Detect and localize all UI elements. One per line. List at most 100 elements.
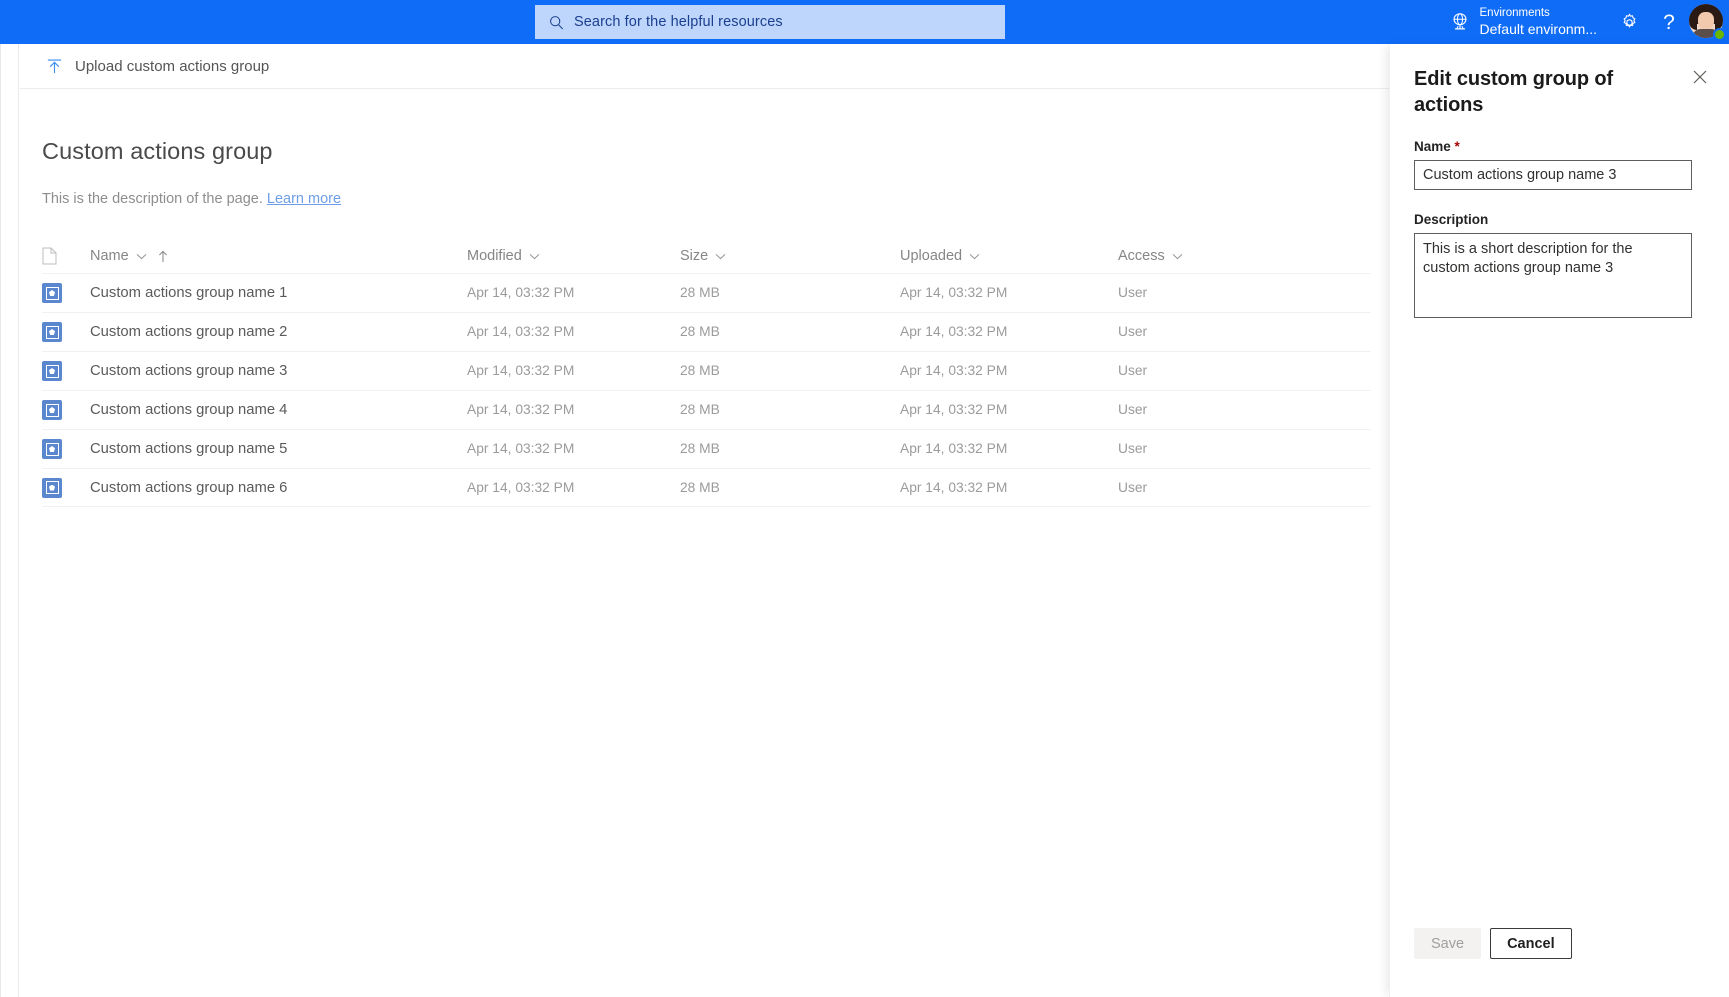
panel-footer-actions: Save Cancel: [1414, 928, 1572, 959]
cell-size-text: 28 MB: [680, 285, 720, 300]
search-icon: [550, 15, 564, 29]
cell-size: 28 MB: [680, 362, 900, 380]
user-account-button[interactable]: [1689, 4, 1726, 41]
cell-size-text: 28 MB: [680, 363, 720, 378]
column-header-name[interactable]: Name: [90, 248, 467, 264]
required-marker: *: [1454, 138, 1460, 154]
page-description: This is the description of the page. Lea…: [42, 191, 1391, 207]
table-row[interactable]: Custom actions group name 2 Apr 14, 03:32…: [42, 312, 1371, 351]
cell-size: 28 MB: [680, 479, 900, 497]
name-input[interactable]: [1414, 159, 1692, 190]
description-field-group: Description: [1414, 212, 1705, 323]
upload-custom-actions-group-button[interactable]: Upload custom actions group: [38, 49, 279, 83]
cell-size: 28 MB: [680, 401, 900, 419]
panel-header: Edit custom group of actions: [1390, 44, 1729, 119]
close-icon: [1693, 70, 1707, 84]
cancel-button[interactable]: Cancel: [1490, 928, 1572, 959]
column-header-access-label: Access: [1118, 248, 1165, 264]
panel-close-button[interactable]: [1685, 62, 1715, 92]
cell-modified-text: Apr 14, 03:32 PM: [467, 479, 575, 495]
row-icon-cell: [42, 361, 90, 381]
cell-access-text: User: [1118, 441, 1148, 456]
cell-modified-text: Apr 14, 03:32 PM: [467, 285, 575, 300]
cell-size: 28 MB: [680, 323, 900, 341]
cell-name-text: Custom actions group name 2: [90, 324, 288, 340]
top-app-bar: Search for the helpful resources Environ…: [0, 0, 1729, 44]
cell-access: User: [1118, 323, 1318, 341]
name-field-group: Name *: [1414, 139, 1705, 190]
table-row[interactable]: Custom actions group name 5 Apr 14, 03:32…: [42, 429, 1371, 468]
cell-name-text: Custom actions group name 5: [90, 441, 288, 457]
table-row[interactable]: Custom actions group name 3 Apr 14, 03:32…: [42, 351, 1371, 390]
column-header-modified[interactable]: Modified: [467, 248, 680, 264]
cell-access: User: [1118, 401, 1318, 419]
custom-action-group-icon: [42, 283, 62, 303]
cell-uploaded-text: Apr 14, 03:32 PM: [900, 285, 1008, 300]
table-row[interactable]: Custom actions group name 4 Apr 14, 03:32…: [42, 390, 1371, 429]
globe-environment-icon: [1452, 13, 1467, 30]
description-field-label: Description: [1414, 211, 1489, 227]
cell-uploaded: Apr 14, 03:32 PM: [900, 362, 1118, 380]
row-icon-cell: [42, 400, 90, 420]
column-header-access[interactable]: Access: [1118, 248, 1318, 264]
cell-uploaded: Apr 14, 03:32 PM: [900, 401, 1118, 419]
cell-access: User: [1118, 362, 1318, 380]
presence-badge: [1713, 28, 1726, 41]
custom-action-group-icon: [42, 477, 62, 498]
cell-size-text: 28 MB: [680, 479, 720, 495]
page-description-text: This is the description of the page.: [42, 191, 263, 207]
table-row[interactable]: Custom actions group name 6 Apr 14, 03:32…: [42, 468, 1371, 507]
column-header-uploaded[interactable]: Uploaded: [900, 248, 1118, 264]
column-header-size[interactable]: Size: [680, 248, 900, 264]
help-button[interactable]: ?: [1653, 6, 1685, 38]
cell-name: Custom actions group name 3: [90, 362, 467, 380]
page-title: Custom actions group: [42, 138, 273, 164]
environment-value: Default environm...: [1479, 20, 1598, 37]
left-rail: [1, 44, 19, 997]
cell-access: User: [1118, 284, 1318, 302]
cell-name: Custom actions group name 2: [90, 323, 467, 341]
cell-uploaded: Apr 14, 03:32 PM: [900, 284, 1118, 302]
cell-modified-text: Apr 14, 03:32 PM: [467, 324, 575, 339]
column-header-icon: [42, 247, 90, 265]
upload-icon: [47, 59, 62, 73]
custom-action-group-icon: [42, 400, 62, 420]
row-icon-cell: [42, 322, 90, 342]
row-icon-cell: [42, 477, 90, 498]
table-row[interactable]: Custom actions group name 1 Apr 14, 03:32…: [42, 273, 1371, 312]
cell-size: 28 MB: [680, 284, 900, 302]
cell-uploaded: Apr 14, 03:32 PM: [900, 323, 1118, 341]
chevron-down-icon: [715, 253, 726, 259]
cell-modified-text: Apr 14, 03:32 PM: [467, 402, 575, 417]
cell-size: 28 MB: [680, 440, 900, 458]
row-icon-cell: [42, 439, 90, 459]
document-icon: [42, 247, 57, 265]
cell-modified-text: Apr 14, 03:32 PM: [467, 441, 575, 456]
edit-custom-group-panel: Edit custom group of actions Name * Desc…: [1389, 44, 1729, 997]
cell-uploaded-text: Apr 14, 03:32 PM: [900, 363, 1008, 378]
cell-access: User: [1118, 440, 1318, 458]
cell-access-text: User: [1118, 363, 1148, 378]
upload-button-label: Upload custom actions group: [75, 57, 270, 75]
help-question-icon: ?: [1663, 10, 1675, 34]
table-header-row: Name Modified Size Uploaded Access: [42, 239, 1371, 273]
cell-modified: Apr 14, 03:32 PM: [467, 479, 680, 497]
cell-uploaded-text: Apr 14, 03:32 PM: [900, 441, 1008, 456]
cell-name-text: Custom actions group name 6: [90, 479, 288, 496]
learn-more-link[interactable]: Learn more: [267, 191, 341, 207]
chevron-down-icon: [529, 253, 540, 259]
column-header-uploaded-label: Uploaded: [900, 248, 963, 264]
cell-name-text: Custom actions group name 1: [90, 285, 288, 301]
description-textarea[interactable]: [1414, 232, 1692, 318]
global-search-box[interactable]: Search for the helpful resources: [535, 5, 1005, 39]
save-button[interactable]: Save: [1414, 928, 1482, 959]
custom-actions-group-table: Name Modified Size Uploaded Access Custo…: [42, 239, 1371, 507]
cell-name: Custom actions group name 1: [90, 284, 467, 302]
cell-uploaded-text: Apr 14, 03:32 PM: [900, 479, 1008, 495]
cell-access: User: [1118, 479, 1318, 497]
cell-name: Custom actions group name 5: [90, 440, 467, 458]
settings-button[interactable]: [1613, 6, 1645, 38]
cell-modified: Apr 14, 03:32 PM: [467, 362, 680, 380]
environment-selector[interactable]: Environments Default environm...: [1445, 4, 1602, 40]
gear-icon: [1623, 13, 1635, 28]
